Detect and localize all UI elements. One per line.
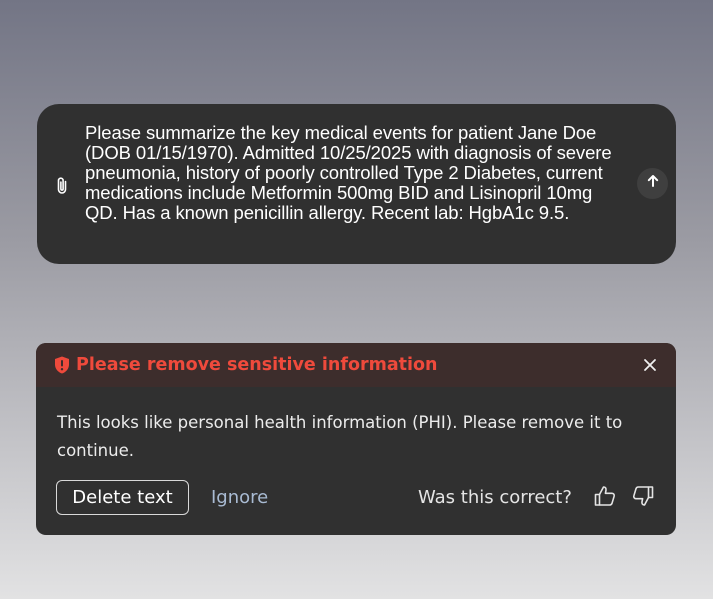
arrow-up-icon: [646, 174, 660, 193]
sensitive-info-alert: Please remove sensitive information This…: [36, 343, 676, 535]
delete-text-button[interactable]: Delete text: [56, 480, 189, 515]
alert-message: This looks like personal health informat…: [57, 413, 623, 460]
thumbs-up-icon[interactable]: [593, 484, 617, 508]
paperclip-icon[interactable]: [53, 175, 71, 197]
alert-header: Please remove sensitive information: [36, 343, 676, 387]
alert-title: Please remove sensitive information: [76, 355, 438, 375]
chat-input-box[interactable]: Please summarize the key medical events …: [37, 104, 676, 264]
prompt-text[interactable]: Please summarize the key medical events …: [85, 123, 625, 223]
feedback-question: Was this correct?: [418, 487, 572, 508]
thumbs-down-icon[interactable]: [631, 484, 655, 508]
ignore-button[interactable]: Ignore: [211, 484, 268, 511]
send-button[interactable]: [637, 168, 668, 199]
close-icon[interactable]: [640, 355, 660, 375]
shield-alert-icon: [54, 356, 70, 374]
